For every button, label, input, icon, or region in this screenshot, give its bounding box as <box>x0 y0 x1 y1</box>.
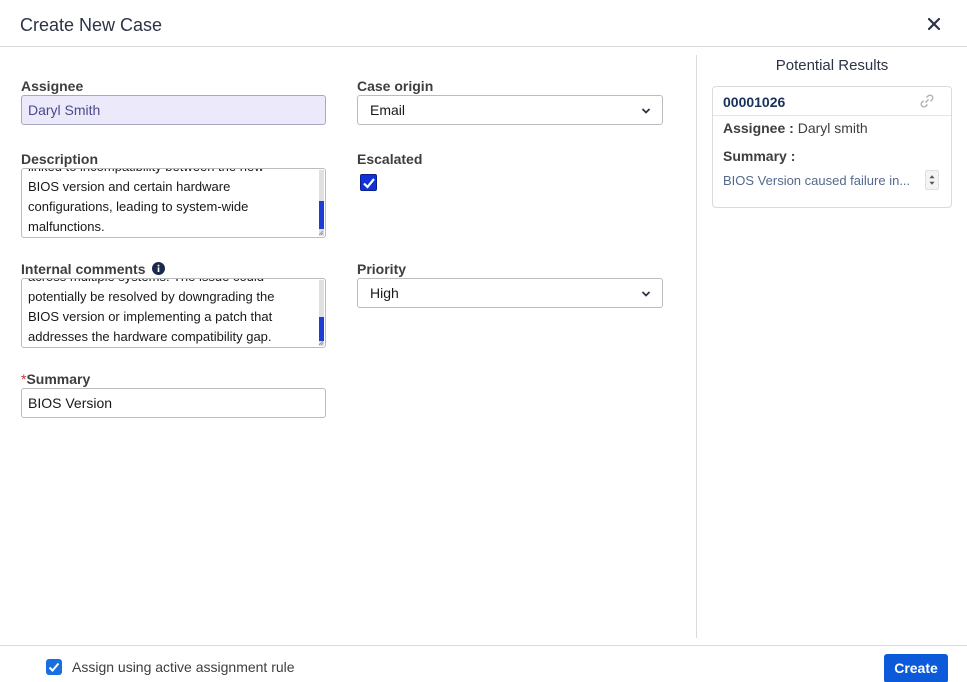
internal-comments-line: addresses the hardware compatibility gap… <box>28 329 272 344</box>
internal-comments-line: across multiple systems. The issue could <box>28 279 313 287</box>
chevron-down-icon <box>641 291 651 297</box>
summary-label: *Summary <box>21 371 90 387</box>
spinner-arrows-icon[interactable] <box>925 170 939 190</box>
card-assignee-label: Assignee : <box>723 120 794 136</box>
internal-comments-label: Internal comments <box>21 261 166 277</box>
card-assignee: Assignee : Daryl smith <box>723 120 868 136</box>
description-line: configurations, leading to system-wide <box>28 199 249 214</box>
assign-rule-label: Assign using active assignment rule <box>72 659 295 675</box>
card-divider <box>713 115 951 116</box>
priority-select[interactable]: High <box>357 278 663 308</box>
info-icon[interactable] <box>152 262 166 275</box>
case-origin-select[interactable]: Email <box>357 95 663 125</box>
checkmark-icon <box>363 178 375 189</box>
checkmark-icon <box>48 662 60 672</box>
case-origin-value: Email <box>370 102 406 118</box>
assignee-label: Assignee <box>21 78 84 94</box>
dialog-title: Create New Case <box>20 15 163 35</box>
card-summary-value: BIOS Version caused failure in... <box>723 173 911 188</box>
description-scroll-thumb[interactable] <box>319 201 324 229</box>
result-card[interactable]: 00001026 Assignee : Daryl smith Summary … <box>712 86 952 208</box>
description-textarea[interactable]: linked to incompatibility between the ne… <box>21 168 326 238</box>
column-divider <box>696 55 697 638</box>
case-number[interactable]: 00001026 <box>723 94 785 110</box>
assignee-field[interactable]: Daryl Smith <box>21 95 326 125</box>
description-line: malfunctions. <box>28 219 105 234</box>
assign-rule-checkbox[interactable] <box>46 659 62 675</box>
summary-value: BIOS Version <box>28 395 113 411</box>
escalated-checkbox[interactable] <box>360 174 377 191</box>
priority-value: High <box>370 285 399 301</box>
potential-results-title: Potential Results <box>775 57 889 74</box>
internal-comments-label-text: Internal comments <box>21 261 146 277</box>
create-button[interactable]: Create <box>884 654 948 682</box>
summary-label-text: Summary <box>26 371 91 387</box>
close-icon[interactable] <box>924 14 944 34</box>
internal-comments-line: BIOS version or implementing a patch tha… <box>28 309 273 324</box>
internal-comments-scroll-thumb[interactable] <box>319 317 324 341</box>
card-assignee-value: Daryl smith <box>797 120 868 136</box>
resize-grip-icon[interactable] <box>318 230 324 236</box>
summary-field[interactable]: BIOS Version <box>21 388 326 418</box>
description-label: Description <box>21 151 99 167</box>
link-icon[interactable] <box>919 93 935 109</box>
card-summary-label: Summary : <box>723 148 796 164</box>
internal-comments-textarea[interactable]: across multiple systems. The issue could… <box>21 278 326 348</box>
internal-comments-line: potentially be resolved by downgrading t… <box>28 289 275 304</box>
resize-grip-icon[interactable] <box>318 340 324 346</box>
escalated-label: Escalated <box>357 151 423 167</box>
dialog-footer: Assign using active assignment rule Crea… <box>0 645 967 682</box>
chevron-down-icon <box>641 108 651 114</box>
description-line: BIOS version and certain hardware <box>28 179 231 194</box>
case-origin-label: Case origin <box>357 78 434 94</box>
description-line: linked to incompatibility between the ne… <box>28 169 313 177</box>
dialog-header: Create New Case <box>0 0 967 47</box>
priority-label: Priority <box>357 261 407 277</box>
assignee-value: Daryl Smith <box>28 102 101 118</box>
